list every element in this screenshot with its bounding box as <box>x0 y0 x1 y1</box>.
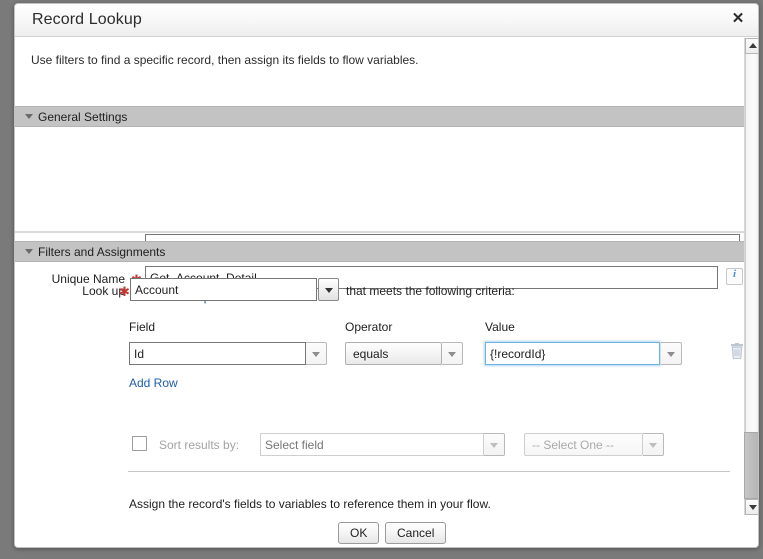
close-icon[interactable]: ✕ <box>728 9 748 29</box>
section-header-filters-assignments[interactable]: Filters and Assignments <box>15 241 744 262</box>
column-header-operator: Operator <box>345 320 393 334</box>
filter-operator-select[interactable]: equals <box>345 342 442 365</box>
dialog-footer: OK Cancel <box>15 515 758 547</box>
chevron-down-icon <box>312 351 320 357</box>
lookup-required-marker: ✱ <box>119 284 130 299</box>
info-icon-letter: i <box>732 268 737 280</box>
section-header-general-settings[interactable]: General Settings <box>15 106 744 127</box>
chevron-down-icon <box>448 351 456 357</box>
dialog-title: Record Lookup <box>32 11 142 28</box>
delete-row-icon[interactable] <box>730 343 744 360</box>
criteria-text: that meets the following criteria: <box>346 284 515 298</box>
filter-field-dropdown-button[interactable] <box>306 342 327 365</box>
filter-value-dropdown-button[interactable] <box>661 342 682 365</box>
section-title-general-settings: General Settings <box>38 110 128 124</box>
cancel-button[interactable]: Cancel <box>385 522 447 544</box>
assignments-description: Assign the record's fields to variables … <box>129 497 491 511</box>
sort-results-label: Sort results by: <box>159 438 240 452</box>
intro-text: Use filters to find a specific record, t… <box>31 53 419 67</box>
chevron-down-icon <box>324 287 333 293</box>
lookup-label: Look up <box>82 284 125 298</box>
chevron-down-icon <box>490 442 498 448</box>
sort-results-checkbox[interactable] <box>132 436 147 451</box>
chevron-down-icon <box>649 442 657 448</box>
record-lookup-dialog: Record Lookup ✕ Use filters to find a sp… <box>14 3 759 548</box>
chevron-down-icon <box>667 351 675 357</box>
dialog-body: Use filters to find a specific record, t… <box>15 38 758 515</box>
sort-field-dropdown-button[interactable] <box>484 433 505 456</box>
column-header-field: Field <box>129 320 156 334</box>
sort-field-input[interactable] <box>260 433 484 456</box>
scrollbar-thumb[interactable] <box>744 432 758 499</box>
scroll-down-arrow-icon[interactable] <box>745 499 758 515</box>
chevron-down-icon <box>25 249 33 254</box>
sort-order-dropdown-button[interactable] <box>643 433 664 456</box>
general-settings-panel: Name ✱ Unique Name ✱ i Add Description <box>15 127 744 304</box>
scroll-up-arrow-icon[interactable] <box>745 38 758 54</box>
filter-field-input[interactable] <box>129 342 306 365</box>
lookup-object-input[interactable] <box>130 278 317 301</box>
filter-value-input[interactable] <box>485 342 660 365</box>
scroll-content: Use filters to find a specific record, t… <box>15 38 744 515</box>
section-title-filters-assignments: Filters and Assignments <box>38 245 166 259</box>
add-row-link[interactable]: Add Row <box>129 376 178 390</box>
ok-button[interactable]: OK <box>338 522 380 544</box>
lookup-object-dropdown-button[interactable] <box>318 278 339 301</box>
chevron-down-icon <box>25 114 33 119</box>
column-header-value: Value <box>485 320 515 334</box>
section-divider <box>128 471 730 472</box>
dialog-titlebar: Record Lookup ✕ <box>15 4 758 37</box>
sort-order-select[interactable]: -- Select One -- <box>524 433 643 456</box>
info-icon[interactable]: i <box>726 268 743 285</box>
filter-operator-dropdown-button[interactable] <box>442 342 463 365</box>
